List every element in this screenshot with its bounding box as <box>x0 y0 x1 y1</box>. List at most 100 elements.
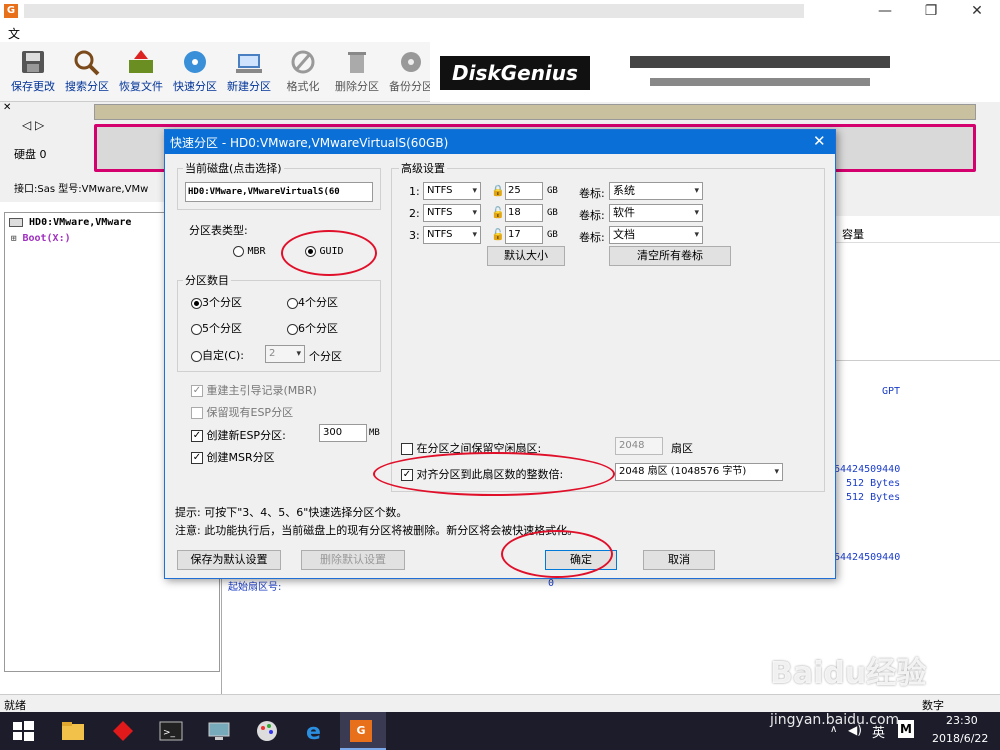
radio-mbr-circle <box>233 245 244 257</box>
disk-interface-info: 接口:Sas 型号:VMware,VMw <box>14 184 149 195</box>
radio-5-partitions[interactable]: 5个分区 <box>191 320 242 336</box>
physical-sector-value: 512 Bytes <box>846 492 901 503</box>
banner-text-blurred <box>630 56 890 68</box>
radio-6-partitions[interactable]: 6个分区 <box>287 320 338 336</box>
delete-icon <box>348 52 366 73</box>
fs-select[interactable]: NTFS ▾ <box>423 182 481 200</box>
radio-4-partitions[interactable]: 4个分区 <box>287 294 338 310</box>
banner-subtext-blurred <box>650 78 870 86</box>
paint-icon[interactable] <box>254 718 280 744</box>
column-capacity: 容量 <box>842 228 864 241</box>
menu-bar: 文 <box>0 22 1000 42</box>
lock-icon[interactable]: 🔒 <box>491 184 505 197</box>
size-input[interactable]: 18 <box>505 204 543 222</box>
checkbox-rebuild-mbr[interactable]: ✓ 重建主引导记录(MBR) <box>191 382 317 398</box>
ie-browser-icon[interactable]: e <box>302 718 328 744</box>
clock-date[interactable]: 2018/6/22 <box>932 732 988 745</box>
custom-count-select[interactable]: 2 ▾ <box>265 345 305 363</box>
toolbar-label: 恢复文件 <box>119 80 163 93</box>
radio-3-partitions[interactable]: 3个分区 <box>191 294 242 310</box>
volume-label-select[interactable]: 文档 ▾ <box>609 226 703 244</box>
unlock-icon[interactable]: 🔓 <box>491 206 505 219</box>
save-default-button[interactable]: 保存为默认设置 <box>177 550 281 570</box>
recover-files-button[interactable]: 恢复文件 <box>113 46 169 98</box>
radio-custom[interactable]: 自定(C): <box>191 347 244 363</box>
close-window-button[interactable]: ✕ <box>954 0 1000 22</box>
panel-close-icon[interactable]: ✕ <box>3 102 11 113</box>
unlock-icon[interactable]: 🔓 <box>491 228 505 241</box>
minimize-button[interactable]: — <box>862 0 908 22</box>
delete-partition-button[interactable]: 删除分区 <box>329 46 385 98</box>
ime-mode-icon[interactable]: M <box>898 720 914 738</box>
delete-default-button[interactable]: 删除默认设置 <box>301 550 405 570</box>
keep-esp-label: 保留现有ESP分区 <box>206 406 294 419</box>
windows-start-icon[interactable] <box>10 718 36 744</box>
banner-logo: DiskGenius <box>440 56 590 90</box>
volume-label-select[interactable]: 软件 ▾ <box>609 204 703 222</box>
volume-label-caption: 卷标: <box>579 187 605 200</box>
dialog-title: 快速分区 - HD0:VMware,VMwareVirtualS(60GB) <box>170 136 449 150</box>
radio-4-circle <box>287 297 298 309</box>
fs-select[interactable]: NTFS ▾ <box>423 204 481 222</box>
taskbar-active-app[interactable]: G <box>340 712 386 750</box>
volume-label-select[interactable]: 系统 ▾ <box>609 182 703 200</box>
radio-mbr-label: MBR <box>247 246 266 257</box>
radio-mbr[interactable]: MBR <box>233 244 266 257</box>
status-text: 就绪 <box>4 699 26 712</box>
new-partition-button[interactable]: 新建分区 <box>221 46 277 98</box>
checkbox-create-msr[interactable]: ✓ 创建MSR分区 <box>191 449 275 465</box>
search-partition-button[interactable]: 搜索分区 <box>59 46 115 98</box>
format-button[interactable]: 格式化 <box>275 46 331 98</box>
chevron-down-icon: ▾ <box>694 186 699 196</box>
toolbar-label: 新建分区 <box>227 80 271 93</box>
menu-file[interactable]: 文 <box>8 25 20 42</box>
total-bytes-value: 64424509440 <box>834 464 901 475</box>
file-explorer-icon[interactable] <box>60 718 86 744</box>
volume-label-value: 文档 <box>613 228 635 241</box>
title-text-blurred <box>24 4 804 18</box>
clock-time[interactable]: 23:30 <box>946 714 978 727</box>
restore-button[interactable]: ❐ <box>908 0 954 22</box>
nav-arrows-icon[interactable]: ◁ ▷ <box>22 118 44 132</box>
keep-free-input[interactable]: 2048 <box>615 437 663 455</box>
checkbox-rebuild-mbr-box: ✓ <box>191 385 203 397</box>
size-unit: GB <box>547 230 558 240</box>
expand-icon[interactable]: ⊞ <box>11 234 16 244</box>
volume-label-caption: 卷标: <box>579 231 605 244</box>
radio-6-circle <box>287 323 298 335</box>
tree-node-disk[interactable]: HD0:VMware,VMware <box>9 217 131 228</box>
esp-size-input[interactable]: 300 <box>319 424 367 442</box>
checkbox-create-esp[interactable]: ✓ 创建新ESP分区: <box>191 427 286 443</box>
checkbox-create-esp-box: ✓ <box>191 430 203 442</box>
toolbar-label: 备份分区 <box>389 80 433 93</box>
clear-all-labels-button[interactable]: 清空所有卷标 <box>609 246 731 266</box>
radio-3-label: 3个分区 <box>202 296 242 309</box>
status-bar: 就绪 数字 <box>0 694 1000 712</box>
quick-partition-button[interactable]: 快速分区 <box>167 46 223 98</box>
fs-select[interactable]: NTFS ▾ <box>423 226 481 244</box>
dialog-title-bar: 快速分区 - HD0:VMware,VMwareVirtualS(60GB) ✕ <box>165 130 835 154</box>
tip-text: 提示: 可按下"3、4、5、6"快速选择分区个数。 <box>175 506 408 519</box>
chevron-down-icon: ▾ <box>296 349 301 359</box>
start-sector-value: 0 <box>548 578 555 589</box>
network-icon[interactable] <box>206 718 232 744</box>
search-icon <box>74 50 100 76</box>
align-value: 2048 扇区 (1048576 字节) <box>619 466 747 477</box>
current-disk-field[interactable]: HD0:VMware,VMwareVirtualS(60 <box>185 182 373 202</box>
save-changes-button[interactable]: 保存更改 <box>5 46 61 98</box>
checkbox-keep-esp[interactable]: 保留现有ESP分区 <box>191 404 293 420</box>
cancel-button[interactable]: 取消 <box>643 550 715 570</box>
chevron-down-icon: ▾ <box>472 230 477 240</box>
tree-node-boot[interactable]: ⊞ Boot(X:) <box>11 233 71 244</box>
numlock-indicator: 数字 <box>922 699 944 712</box>
terminal-icon[interactable]: >_ <box>158 718 184 744</box>
banner: DiskGenius <box>430 42 1000 102</box>
app-red-icon[interactable] <box>110 718 136 744</box>
radio-4-label: 4个分区 <box>298 296 338 309</box>
default-size-button[interactable]: 默认大小 <box>487 246 565 266</box>
custom-count-value: 2 <box>269 348 276 359</box>
size-input[interactable]: 25 <box>505 182 543 200</box>
align-sectors-select[interactable]: 2048 扇区 (1048576 字节) ▾ <box>615 463 783 481</box>
dialog-close-icon[interactable]: ✕ <box>813 132 826 150</box>
size-input[interactable]: 17 <box>505 226 543 244</box>
